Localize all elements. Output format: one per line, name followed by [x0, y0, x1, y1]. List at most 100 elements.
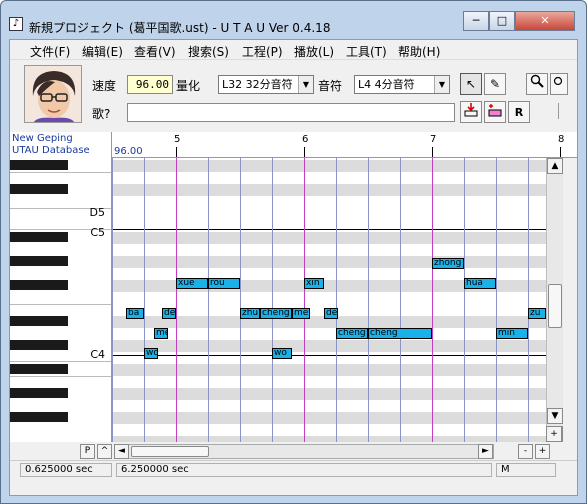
measure-number: 5: [174, 134, 181, 145]
caret-button[interactable]: ^: [97, 444, 112, 459]
tempo-input[interactable]: 96.00: [127, 75, 173, 94]
note-length-label: 音符: [318, 79, 343, 93]
lyric-input[interactable]: [127, 103, 455, 122]
black-key[interactable]: [10, 340, 68, 350]
scroll-up-button[interactable]: ▲: [547, 158, 563, 174]
beat-line: [336, 158, 337, 442]
measure-tick: [176, 147, 177, 157]
note-block[interactable]: wo: [144, 348, 158, 359]
minimize-button[interactable]: ─: [463, 11, 489, 31]
scroll-left-button[interactable]: ◄: [114, 444, 129, 459]
beat-line: [400, 158, 401, 442]
magnifier-icon: [553, 76, 565, 91]
note-block[interactable]: cheng: [260, 308, 292, 319]
measure-tick: [304, 147, 305, 157]
note-block[interactable]: zhu: [240, 308, 260, 319]
black-key[interactable]: [10, 256, 68, 266]
scroll-down-button[interactable]: ▼: [547, 408, 563, 424]
pointer-tool-button[interactable]: ↖: [460, 73, 482, 95]
scroll-right-button[interactable]: ►: [478, 444, 493, 459]
menu-file[interactable]: 文件(F): [30, 43, 70, 60]
hscroll-thumb[interactable]: [131, 446, 209, 457]
menu-edit[interactable]: 编辑(E): [82, 43, 123, 60]
insert-rest-button[interactable]: R: [508, 101, 530, 123]
menu-play[interactable]: 播放(L): [294, 43, 334, 60]
quantize-select[interactable]: L32 32分音符 ▼: [218, 75, 314, 94]
hzoom-plus-button[interactable]: +: [535, 444, 550, 459]
black-key[interactable]: [10, 364, 68, 374]
hzoom-minus-button[interactable]: -: [518, 444, 533, 459]
black-key[interactable]: [10, 280, 68, 290]
black-key[interactable]: [10, 232, 68, 242]
octave-divider: [10, 361, 111, 362]
note-block[interactable]: men: [292, 308, 310, 319]
vertical-scrollbar[interactable]: ▲ ▼ -: [546, 158, 563, 442]
note-block[interactable]: zu: [528, 308, 546, 319]
beat-line: [496, 158, 497, 442]
tempo-marker: 96.00: [114, 146, 143, 157]
insert-note-button[interactable]: [460, 101, 482, 123]
pitch-label-d5: D5: [89, 206, 105, 219]
note-block[interactable]: min: [496, 328, 528, 339]
music-note-icon: ♪: [9, 17, 23, 31]
menu-view[interactable]: 查看(V): [134, 43, 176, 60]
total-time: 6.250000 sec: [116, 463, 492, 477]
voicebank-name: UTAU Database: [12, 145, 90, 156]
vzoom-plus-button[interactable]: +: [546, 426, 562, 442]
note-block[interactable]: rou: [208, 278, 240, 289]
beat-line: [528, 158, 529, 442]
note-block[interactable]: men: [154, 328, 168, 339]
black-key[interactable]: [10, 160, 68, 170]
piano-keyboard[interactable]: D5 C5 C4 C3: [10, 158, 112, 442]
measure-number: 7: [430, 134, 437, 145]
close-button[interactable]: ✕: [515, 11, 575, 31]
horizontal-controls: P ^ ◄ ► - +: [10, 442, 577, 460]
status-bar: 0.625000 sec 6.250000 sec M: [10, 460, 577, 478]
measure-tick: [560, 147, 561, 157]
note-block[interactable]: de: [162, 308, 176, 319]
scroll-thumb[interactable]: [548, 284, 562, 328]
black-key[interactable]: [10, 316, 68, 326]
black-key[interactable]: [10, 184, 68, 194]
note-length-select[interactable]: L4 4分音符 ▼: [354, 75, 450, 94]
note-block[interactable]: hua: [464, 278, 496, 289]
insert-pink-note-button[interactable]: [484, 101, 506, 123]
beat-line: [144, 158, 145, 442]
menu-help[interactable]: 帮助(H): [398, 43, 440, 60]
note-grid[interactable]: zhong xue rou xin hua ba de zhu cheng me…: [112, 158, 546, 442]
menu-project[interactable]: 工程(P): [242, 43, 283, 60]
mode-indicator: M: [496, 463, 556, 477]
pencil-tool-button[interactable]: ✎: [484, 73, 506, 95]
horizontal-scrollbar[interactable]: ◄ ►: [114, 444, 494, 459]
menu-tools[interactable]: 工具(T): [346, 43, 387, 60]
black-key[interactable]: [10, 388, 68, 398]
measure-tick: [432, 147, 433, 157]
note-block[interactable]: cheng: [368, 328, 432, 339]
window-title: 新規プロジェクト (葛平国歌.ust) - U T A U Ver 0.4.18: [29, 21, 331, 35]
menu-search[interactable]: 搜索(S): [188, 43, 229, 60]
quantize-label: 量化: [176, 79, 201, 93]
note-block[interactable]: de: [324, 308, 338, 319]
app-window: ♪ 新規プロジェクト (葛平国歌.ust) - U T A U Ver 0.4.…: [0, 0, 587, 504]
client-area: 文件(F) 编辑(E) 查看(V) 搜索(S) 工程(P) 播放(L) 工具(T…: [9, 39, 578, 496]
singer-info-panel: New Geping UTAU Database: [10, 132, 112, 158]
singer-portrait-icon: [25, 66, 81, 122]
black-key[interactable]: [10, 412, 68, 422]
note-block[interactable]: cheng: [336, 328, 368, 339]
magnifier-icon: [530, 74, 544, 91]
grid-row-black: [112, 160, 546, 172]
grid-row-black: [112, 232, 546, 244]
note-block[interactable]: xue: [176, 278, 208, 289]
title-bar[interactable]: ♪ 新規プロジェクト (葛平国歌.ust) - U T A U Ver 0.4.…: [1, 1, 586, 39]
zoom-tool-button[interactable]: [526, 73, 548, 95]
note-block[interactable]: ba: [126, 308, 144, 319]
note-block[interactable]: xin: [304, 278, 324, 289]
zoom-out-tool-button[interactable]: [550, 73, 568, 95]
beat-line: [240, 158, 241, 442]
singer-avatar[interactable]: [24, 65, 82, 123]
note-block[interactable]: wo: [272, 348, 292, 359]
p-button[interactable]: P: [80, 444, 95, 459]
note-block[interactable]: zhong: [432, 258, 464, 269]
maximize-button[interactable]: □: [489, 11, 515, 31]
measure-ruler[interactable]: 96.00 5 6 7 8: [112, 132, 577, 158]
